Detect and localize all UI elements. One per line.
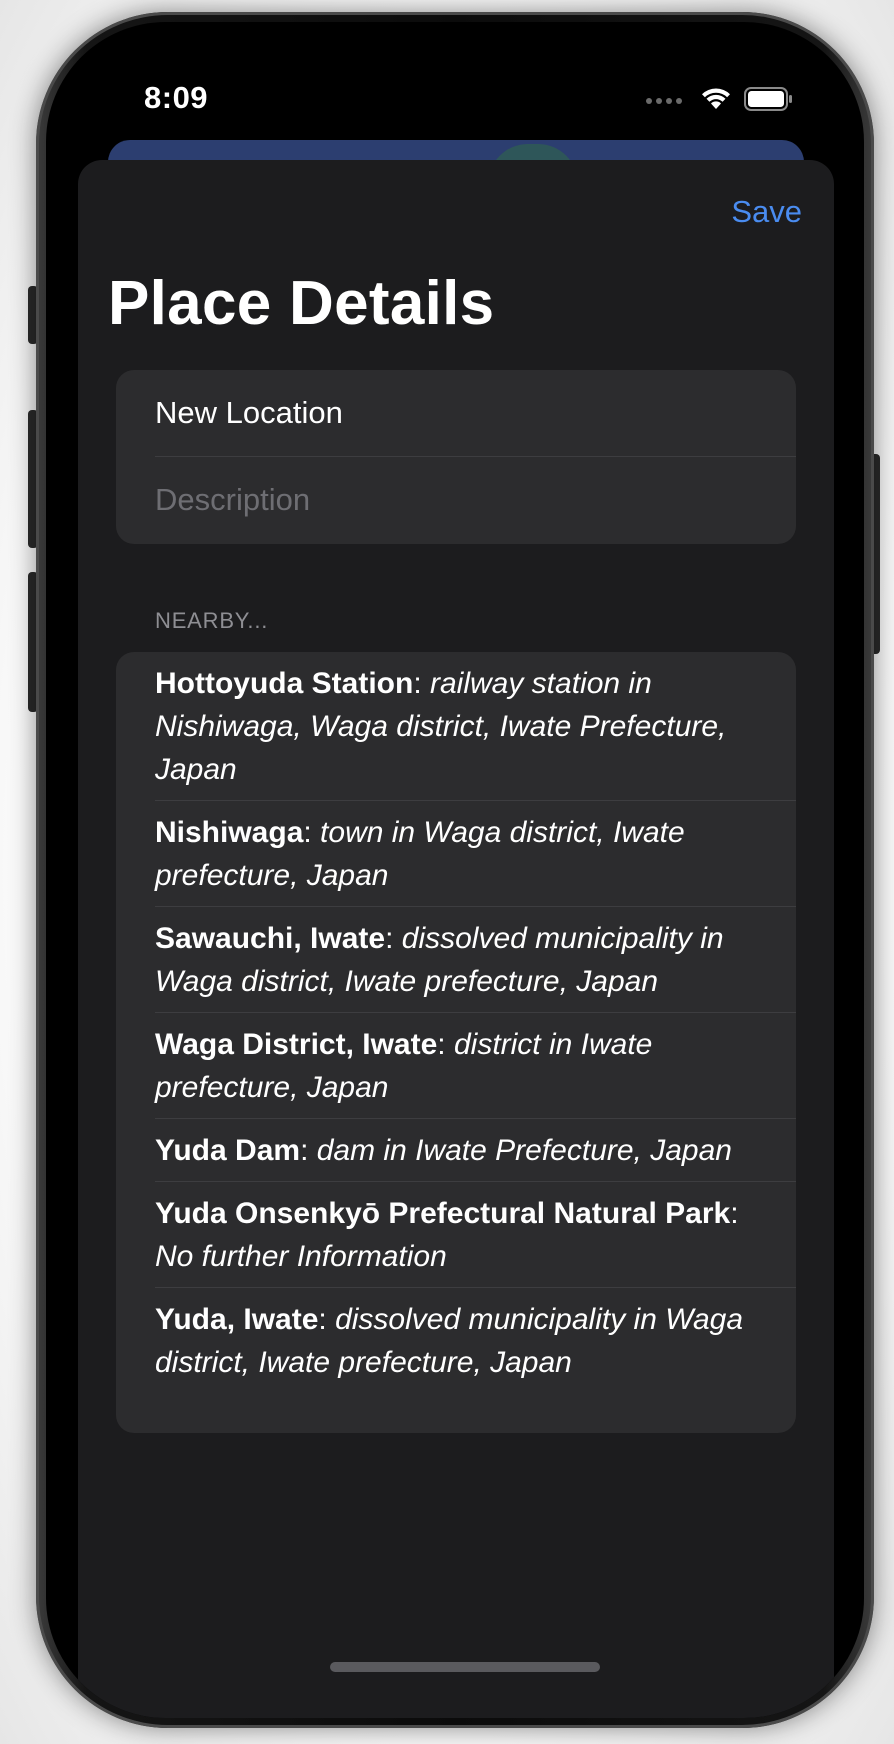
- place-details-sheet: Save Place Details NEARBY... Hottoyuda S…: [78, 160, 834, 1718]
- list-item[interactable]: Yuda Onsenkyō Prefectural Natural Park: …: [116, 1182, 796, 1288]
- place-name: Waga District, Iwate: [155, 1028, 438, 1061]
- list-item[interactable]: Yuda, Iwate: dissolved municipality in W…: [116, 1288, 796, 1394]
- nearby-list: Hottoyuda Station: railway station in Ni…: [116, 652, 796, 1433]
- place-name: Nishiwaga: [155, 816, 304, 849]
- name-separator: :: [385, 922, 402, 955]
- phone-screen: 8:09 Save Place Details New Location Des…: [46, 22, 864, 1718]
- place-description: dam in Iwate Prefecture, Japan: [316, 1134, 732, 1167]
- name-row: [155, 370, 796, 457]
- list-item[interactable]: Sawauchi, Iwate: dissolved municipality …: [116, 907, 796, 1013]
- home-indicator[interactable]: [330, 1662, 600, 1672]
- name-separator: :: [300, 1134, 317, 1167]
- place-name: Sawauchi, Iwate: [155, 922, 386, 955]
- status-time: 8:09: [144, 80, 209, 115]
- list-item[interactable]: Yuda Dam: dam in Iwate Prefecture, Japan: [116, 1119, 796, 1182]
- name-field[interactable]: [155, 370, 755, 456]
- save-button[interactable]: Save: [731, 194, 802, 230]
- battery-icon: [744, 86, 794, 117]
- description-row: [155, 457, 796, 543]
- place-name: Hottoyuda Station: [155, 667, 414, 700]
- place-name: Yuda Dam: [155, 1134, 301, 1167]
- page-title: Place Details: [108, 269, 495, 338]
- place-name: Yuda, Iwate: [155, 1303, 319, 1336]
- name-separator: :: [437, 1028, 454, 1061]
- list-item[interactable]: Waga District, Iwate: district in Iwate …: [116, 1013, 796, 1119]
- name-separator: :: [318, 1303, 336, 1336]
- nearby-section-header: NEARBY...: [155, 608, 269, 633]
- place-name: Yuda Onsenkyō Prefectural Natural Park: [155, 1197, 731, 1230]
- status-icons: [646, 86, 794, 116]
- description-field[interactable]: [155, 457, 755, 543]
- place-description: No further Information: [155, 1240, 447, 1273]
- name-separator: :: [413, 667, 430, 700]
- name-separator: :: [303, 816, 321, 849]
- list-item[interactable]: Nishiwaga: town in Waga district, Iwate …: [116, 801, 796, 907]
- list-item[interactable]: Hottoyuda Station: railway station in Ni…: [116, 652, 796, 801]
- name-separator: :: [730, 1197, 739, 1230]
- signal-dots-icon: [646, 98, 682, 104]
- place-form-group: [116, 370, 796, 544]
- device-stage: 8:09 Save Place Details New Location Des…: [0, 0, 894, 1744]
- wifi-icon: [700, 87, 732, 116]
